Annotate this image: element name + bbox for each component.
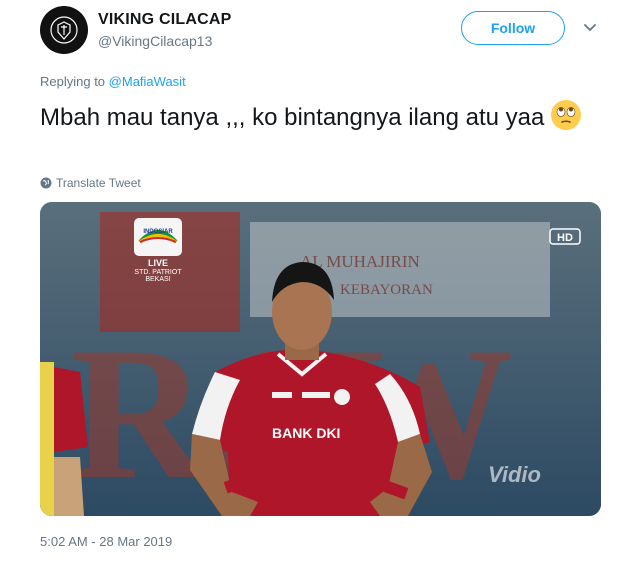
hd-badge-label: HD bbox=[557, 232, 573, 244]
live-label: LIVE bbox=[148, 258, 168, 268]
replying-to: Replying to @MafiaWasit bbox=[40, 74, 186, 89]
avatar[interactable] bbox=[40, 6, 88, 54]
vidio-watermark: Vidio bbox=[488, 462, 541, 487]
chevron-down-icon[interactable] bbox=[584, 23, 596, 33]
tweet-media-image[interactable]: AL MUHAJIRIN KEBAYORAN RAW BANK DKI IND bbox=[40, 202, 601, 516]
football-player-photo: AL MUHAJIRIN KEBAYORAN RAW BANK DKI IND bbox=[40, 202, 601, 516]
banner-text-2: KEBAYORAN bbox=[340, 282, 433, 298]
crest-icon bbox=[50, 16, 78, 44]
tweet-text: Mbah mau tanya ,,, ko bintangnya ilang a… bbox=[40, 99, 600, 135]
replying-prefix: Replying to bbox=[40, 74, 106, 89]
location-line-1: STD. PATRIOT bbox=[134, 269, 182, 276]
translate-tweet-link[interactable]: Translate Tweet bbox=[40, 176, 141, 190]
broadcaster-name: INDOSIAR bbox=[143, 229, 173, 235]
globe-icon bbox=[40, 177, 52, 189]
reply-mention-link[interactable]: @MafiaWasit bbox=[109, 74, 186, 89]
tweet-body: Mbah mau tanya ,,, ko bintangnya ilang a… bbox=[40, 104, 545, 131]
author-handle[interactable]: @VikingCilacap13 bbox=[98, 33, 212, 49]
tweet-header: VIKING CILACAP @VikingCilacap13 Follow bbox=[40, 6, 610, 58]
author-name[interactable]: VIKING CILACAP bbox=[98, 11, 231, 29]
location-line-2: BEKASI bbox=[145, 276, 170, 283]
jersey-sponsor: BANK DKI bbox=[272, 425, 340, 441]
tweet-timestamp[interactable]: 5:02 AM - 28 Mar 2019 bbox=[40, 534, 172, 549]
translate-label: Translate Tweet bbox=[56, 176, 141, 190]
rolling-eyes-emoji-icon bbox=[551, 100, 582, 130]
follow-button[interactable]: Follow bbox=[461, 11, 565, 45]
